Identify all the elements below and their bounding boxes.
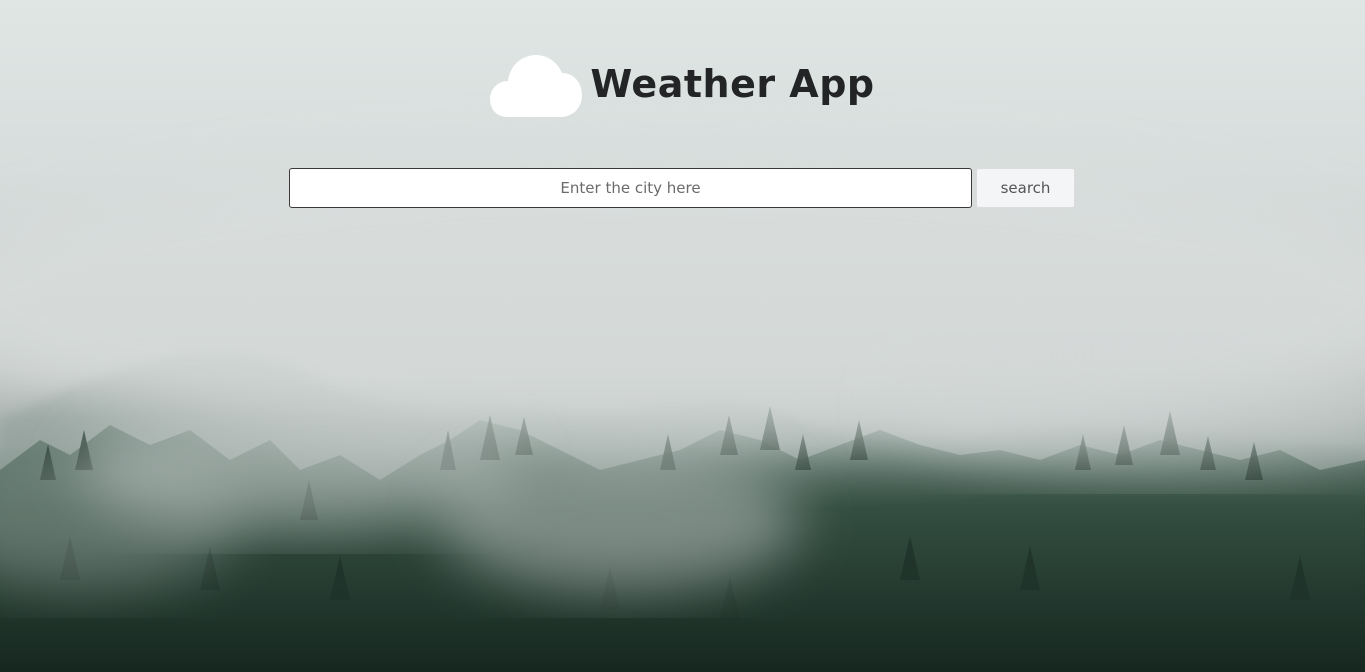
search-button[interactable]: search: [976, 168, 1075, 208]
weather-app-page: Weather App search: [0, 0, 1365, 672]
app-title: Weather App: [590, 62, 875, 106]
cloud-icon: [490, 55, 583, 117]
city-search-input[interactable]: [289, 168, 972, 208]
search-bar: search: [289, 168, 1075, 208]
app-header: Weather App: [0, 48, 1365, 120]
